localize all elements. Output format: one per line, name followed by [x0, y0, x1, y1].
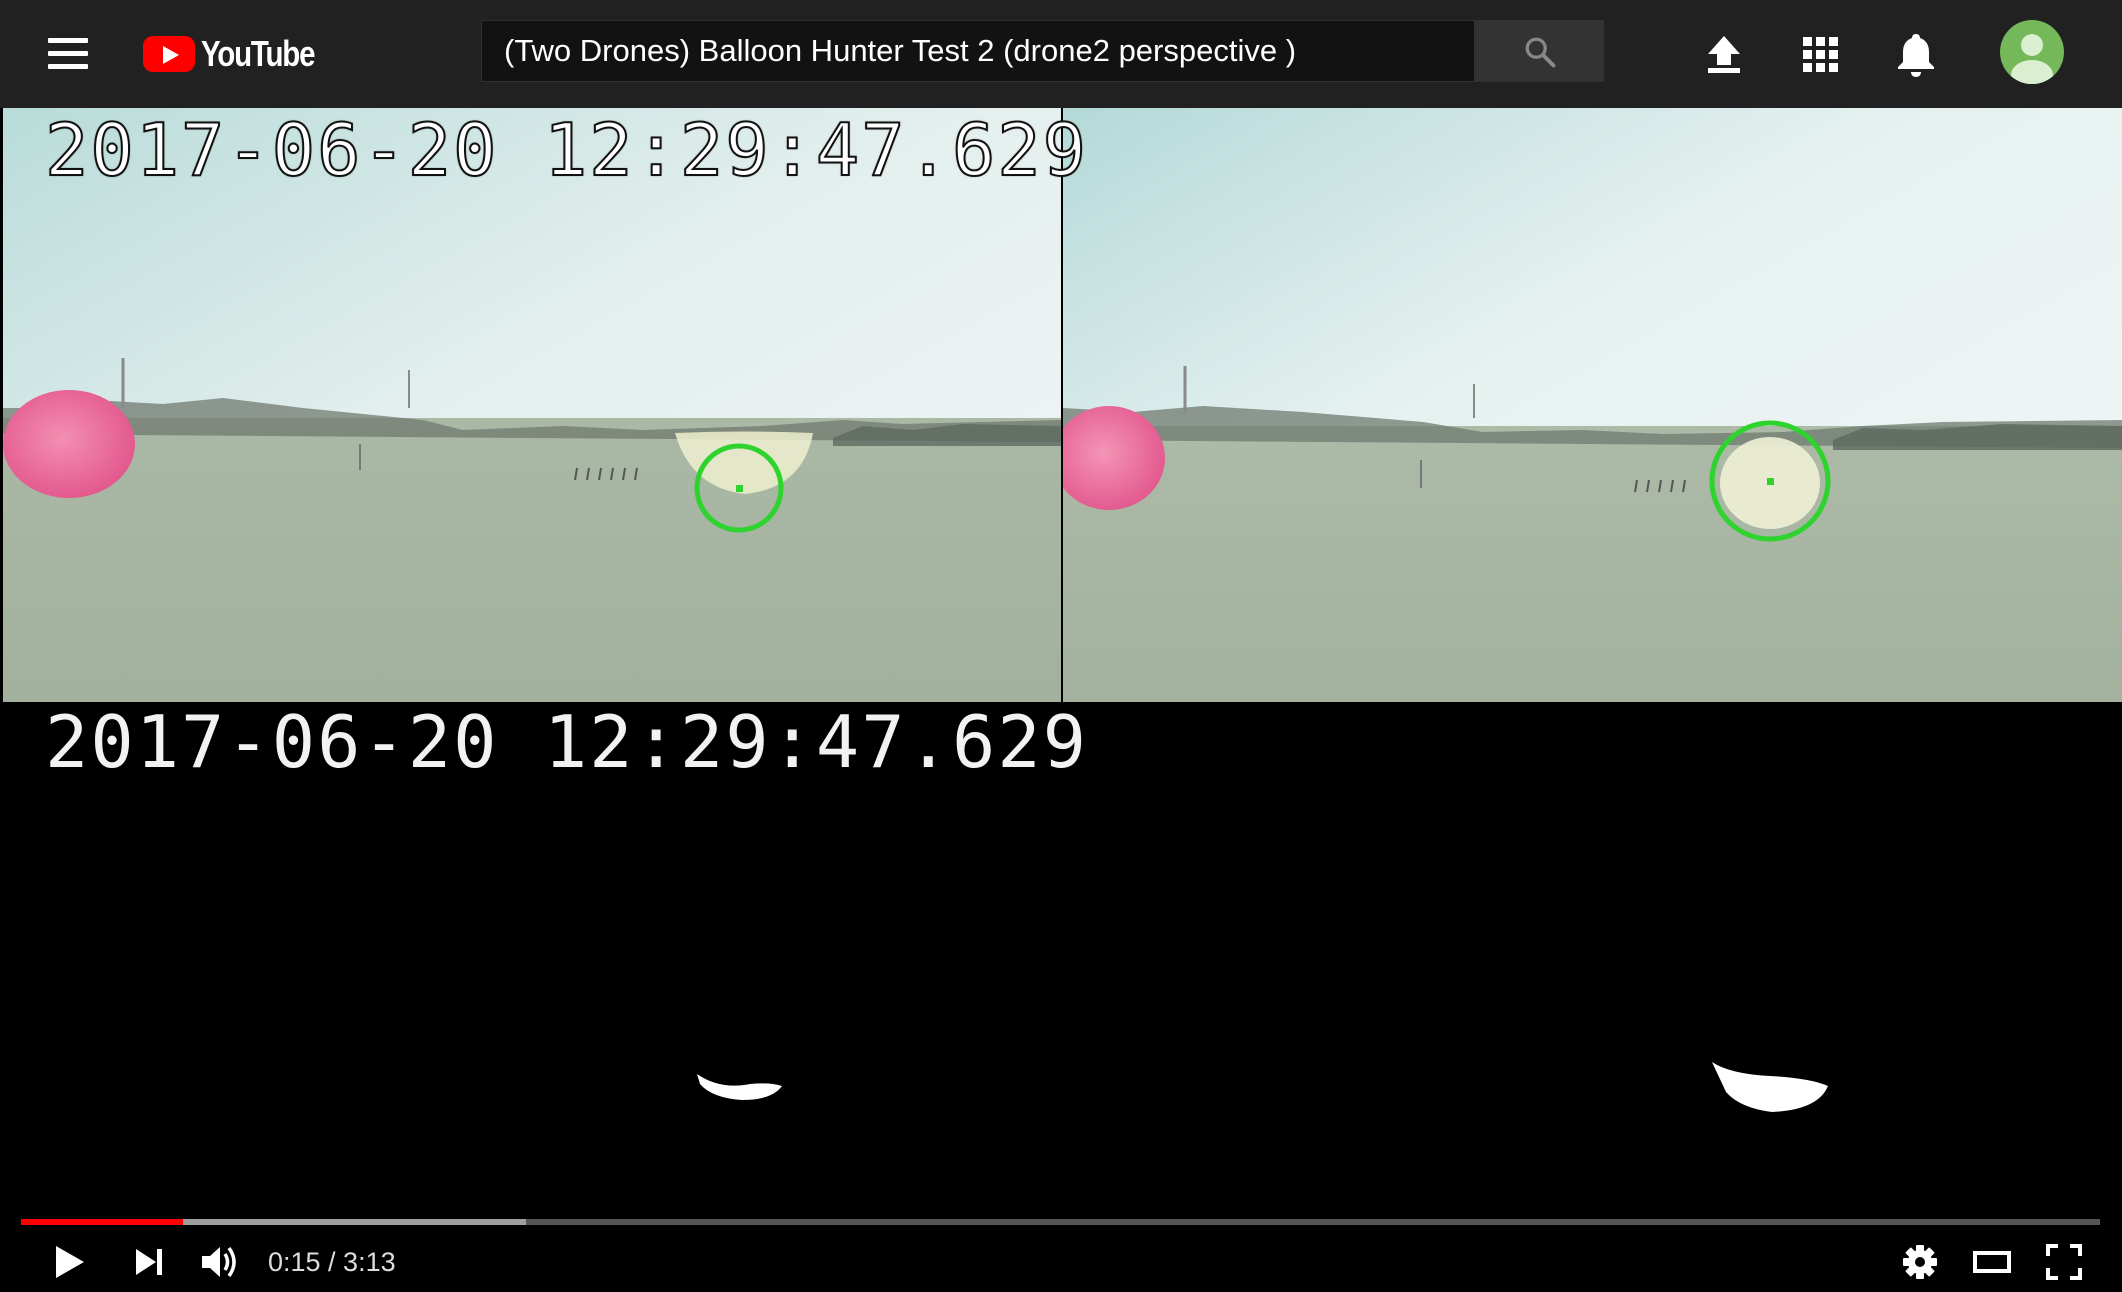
progress-played [21, 1219, 183, 1225]
theater-mode-button[interactable] [1968, 1238, 2016, 1286]
time-display: 0:15 / 3:13 [268, 1247, 396, 1277]
volume-button[interactable] [196, 1238, 244, 1286]
play-button[interactable] [44, 1238, 92, 1286]
youtube-logo-icon [143, 36, 195, 72]
segmentation-mask-view [697, 1062, 1828, 1112]
logo-text: YouTube [201, 33, 316, 74]
next-button[interactable] [126, 1238, 174, 1286]
account-avatar-icon [2011, 34, 2053, 84]
account-avatar[interactable] [2000, 20, 2064, 84]
search-icon [1525, 37, 1556, 68]
skip-next-icon [136, 1249, 162, 1275]
settings-button[interactable] [1896, 1238, 1944, 1286]
progress-bar[interactable] [21, 1219, 2100, 1225]
search-input[interactable]: (Two Drones) Balloon Hunter Test 2 (dron… [481, 20, 1475, 82]
bell-icon [1898, 34, 1934, 77]
video-timestamp-top: 2017-06-20 12:29:47.629 [44, 107, 1088, 193]
masthead: YouTube (Two Drones) Balloon Hunter Test… [0, 0, 2122, 108]
fullscreen-icon [2046, 1244, 2082, 1280]
volume-icon [202, 1246, 236, 1278]
camera-view-left [3, 108, 1061, 702]
youtube-logo[interactable]: YouTube [143, 32, 339, 76]
upload-button[interactable] [1696, 26, 1752, 82]
hamburger-menu-icon[interactable] [48, 36, 92, 72]
search-button[interactable] [1475, 20, 1604, 82]
apps-button[interactable] [1792, 26, 1848, 82]
camera-view-right [1063, 108, 2122, 702]
fullscreen-button[interactable] [2040, 1238, 2088, 1286]
video-frame-right [1063, 108, 2122, 702]
mask-blob-left [697, 1074, 782, 1100]
theater-mode-icon [1973, 1251, 2011, 1273]
upload-icon [1708, 36, 1740, 73]
mask-blob-right [1712, 1062, 1828, 1112]
video-frame-left [3, 108, 1061, 702]
gear-icon [1903, 1245, 1937, 1279]
notifications-button[interactable] [1888, 26, 1944, 82]
play-icon [56, 1246, 84, 1278]
apps-grid-icon [1803, 37, 1838, 72]
